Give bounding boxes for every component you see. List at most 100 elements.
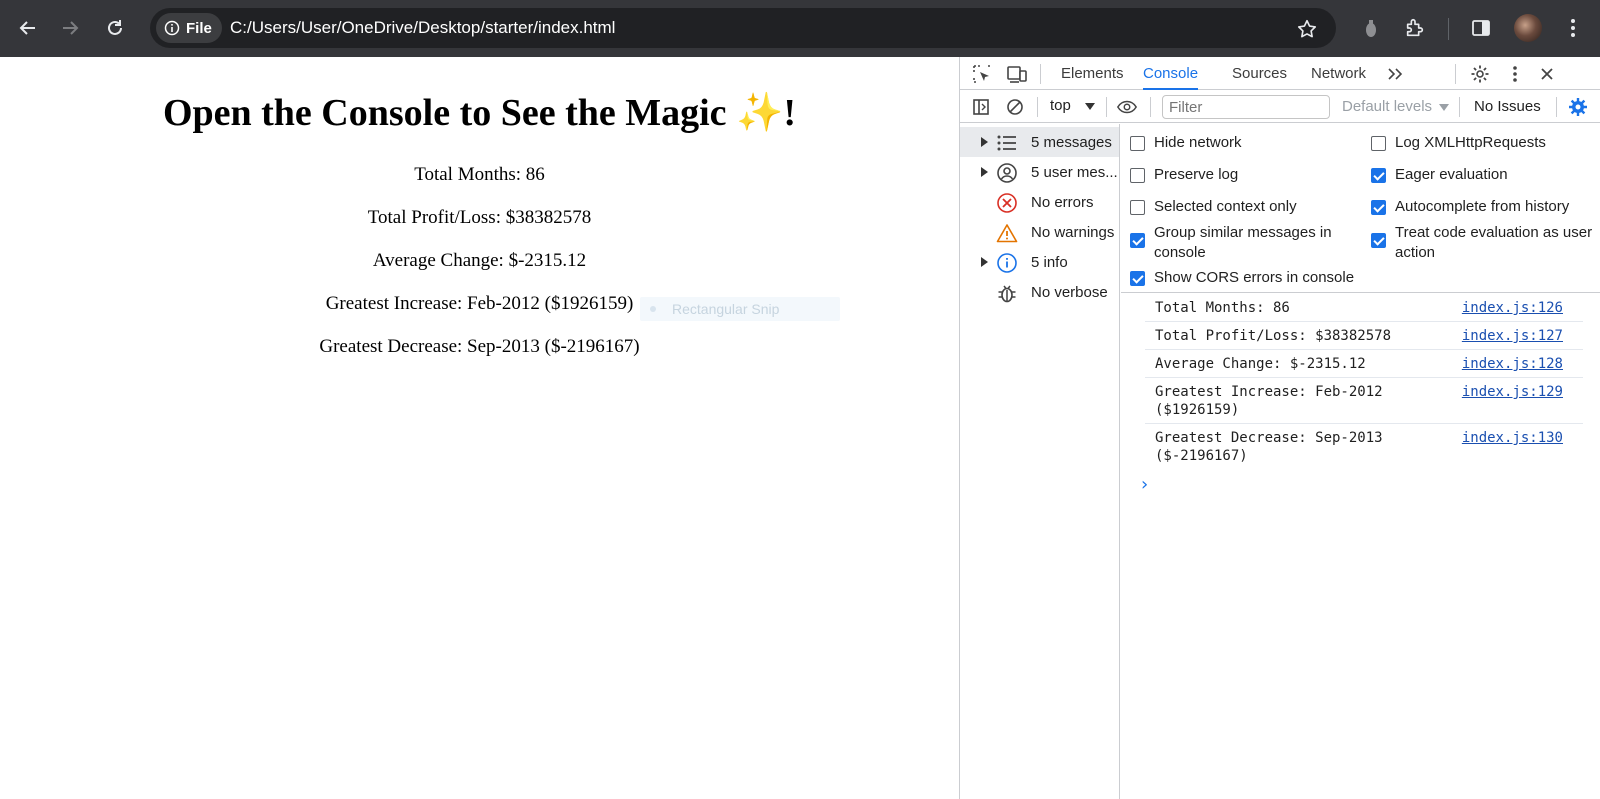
page-title: Open the Console to See the Magic ✨! xyxy=(162,92,797,134)
tab-console[interactable]: Console xyxy=(1143,57,1199,90)
tab-network[interactable]: Network xyxy=(1311,57,1366,90)
setting-label: Group similar messages in console xyxy=(1154,224,1332,261)
device-toolbar-button[interactable] xyxy=(1006,63,1028,85)
hide-network-setting[interactable]: Hide network xyxy=(1130,133,1242,153)
console-settings-pane: Hide network Preserve log Selected conte… xyxy=(1121,124,1600,293)
issues-button[interactable]: No Issues xyxy=(1474,98,1541,115)
setting-label: Treat code evaluation as user action xyxy=(1395,224,1593,261)
info-icon xyxy=(164,20,180,36)
address-bar[interactable]: File C:/Users/User/OneDrive/Desktop/star… xyxy=(150,8,1336,48)
clear-console-button[interactable] xyxy=(1004,96,1026,118)
group-similar-checkbox[interactable] xyxy=(1130,233,1145,248)
greatest-decrease-text: Greatest Decrease: Sep-2013 ($-2196167) xyxy=(319,336,640,357)
console-settings-button[interactable] xyxy=(1567,96,1589,118)
message-text: Greatest Decrease: Sep-2013 ($-2196167) xyxy=(1155,430,1383,464)
back-button[interactable] xyxy=(14,14,42,42)
message-divider xyxy=(1145,349,1583,350)
bookmark-button[interactable] xyxy=(1296,18,1318,45)
autocomplete-checkbox[interactable] xyxy=(1371,200,1386,215)
group-similar-setting[interactable]: Group similar messages in console xyxy=(1130,223,1350,263)
log-levels-label: Default levels xyxy=(1342,98,1433,115)
filter-input[interactable] xyxy=(1162,95,1330,119)
preserve-log-setting[interactable]: Preserve log xyxy=(1130,165,1238,185)
extensions-button[interactable] xyxy=(1401,14,1429,42)
expand-arrow-icon[interactable] xyxy=(981,257,988,267)
setting-label: Eager evaluation xyxy=(1395,166,1508,183)
source-link[interactable]: index.js:130 xyxy=(1462,429,1563,447)
sidebar-toggle-icon xyxy=(973,99,989,115)
selected-context-setting[interactable]: Selected context only xyxy=(1130,197,1297,217)
toggle-sidebar-button[interactable] xyxy=(970,96,992,118)
close-devtools-button[interactable] xyxy=(1536,63,1558,85)
source-link[interactable]: index.js:128 xyxy=(1462,355,1563,373)
block-icon xyxy=(1007,99,1023,115)
chevron-down-icon xyxy=(1085,103,1095,110)
console-prompt[interactable]: › xyxy=(1139,474,1150,495)
log-levels-dropdown[interactable]: Default levels xyxy=(1342,98,1450,115)
sidebar-item-user-messages[interactable]: 5 user mes... xyxy=(960,157,1119,187)
tab-sources[interactable]: Sources xyxy=(1232,57,1287,90)
source-link[interactable]: index.js:127 xyxy=(1462,327,1563,345)
show-cors-checkbox[interactable] xyxy=(1130,271,1145,286)
url-text[interactable]: C:/Users/User/OneDrive/Desktop/starter/i… xyxy=(230,18,615,38)
setting-label: Show CORS errors in console xyxy=(1154,269,1355,286)
sidebar-item-label: 5 user mes... xyxy=(1031,163,1117,181)
browser-menu-button[interactable] xyxy=(1559,14,1587,42)
profile-avatar[interactable] xyxy=(1514,14,1542,42)
extension-button[interactable] xyxy=(1357,14,1385,42)
setting-label: Selected context only xyxy=(1154,198,1297,215)
selected-context-checkbox[interactable] xyxy=(1130,200,1145,215)
devtools-tabbar: Elements Console Sources Network xyxy=(960,57,1600,90)
extension-pill-icon xyxy=(1366,20,1376,37)
reload-button[interactable] xyxy=(101,14,129,42)
message-text: Greatest Increase: Feb-2012 ($1926159) xyxy=(1155,384,1383,418)
forward-button[interactable] xyxy=(56,14,84,42)
site-info-chip[interactable]: File xyxy=(156,13,222,43)
eager-eval-setting[interactable]: Eager evaluation xyxy=(1371,165,1508,185)
warning-icon xyxy=(996,222,1018,244)
chevron-down-icon xyxy=(1439,103,1450,111)
reload-icon xyxy=(108,20,122,35)
log-xhr-setting[interactable]: Log XMLHttpRequests xyxy=(1371,133,1546,153)
setting-label: Log XMLHttpRequests xyxy=(1395,134,1546,151)
toolbar-divider xyxy=(1106,97,1107,117)
treat-code-checkbox[interactable] xyxy=(1371,233,1386,248)
user-icon xyxy=(996,162,1018,184)
source-link[interactable]: index.js:126 xyxy=(1462,299,1563,317)
kebab-menu-icon xyxy=(1513,66,1517,82)
message-text: Total Profit/Loss: $38382578 xyxy=(1155,328,1392,344)
expand-arrow-icon[interactable] xyxy=(981,137,988,147)
preserve-log-checkbox[interactable] xyxy=(1130,168,1145,183)
toolbar-divider xyxy=(1459,97,1460,117)
devtools-menu-button[interactable] xyxy=(1504,63,1526,85)
live-expression-button[interactable] xyxy=(1116,96,1138,118)
setting-label: Hide network xyxy=(1154,134,1242,151)
log-xhr-checkbox[interactable] xyxy=(1371,136,1386,151)
tab-elements[interactable]: Elements xyxy=(1061,57,1124,90)
gear-icon xyxy=(1569,98,1587,116)
autocomplete-setting[interactable]: Autocomplete from history xyxy=(1371,197,1569,217)
site-chip-label: File xyxy=(186,19,212,37)
eager-eval-checkbox[interactable] xyxy=(1371,168,1386,183)
error-icon xyxy=(996,192,1018,214)
gear-icon xyxy=(1471,65,1489,83)
more-tabs-button[interactable] xyxy=(1384,63,1406,85)
sidebar-item-errors[interactable]: No errors xyxy=(960,187,1119,217)
sidebar-item-verbose[interactable]: No verbose xyxy=(960,277,1119,307)
show-cors-setting[interactable]: Show CORS errors in console xyxy=(1130,268,1354,288)
devtools-settings-button[interactable] xyxy=(1469,63,1491,85)
page-content: Open the Console to See the Magic ✨! Tot… xyxy=(0,57,959,799)
double-chevron-right-icon xyxy=(1388,68,1403,80)
treat-code-setting[interactable]: Treat code evaluation as user action xyxy=(1371,223,1599,263)
tabbar-divider xyxy=(1455,64,1456,84)
side-panel-button[interactable] xyxy=(1467,14,1495,42)
sidebar-item-messages[interactable]: 5 messages xyxy=(960,127,1119,157)
sidebar-item-info[interactable]: 5 info xyxy=(960,247,1119,277)
inspect-element-button[interactable] xyxy=(971,63,993,85)
hide-network-checkbox[interactable] xyxy=(1130,136,1145,151)
sidebar-item-warnings[interactable]: No warnings xyxy=(960,217,1119,247)
source-link[interactable]: index.js:129 xyxy=(1462,383,1563,401)
context-selector[interactable]: top xyxy=(1050,97,1071,114)
expand-arrow-icon[interactable] xyxy=(981,167,988,177)
message-text: Average Change: $-2315.12 xyxy=(1155,356,1366,372)
